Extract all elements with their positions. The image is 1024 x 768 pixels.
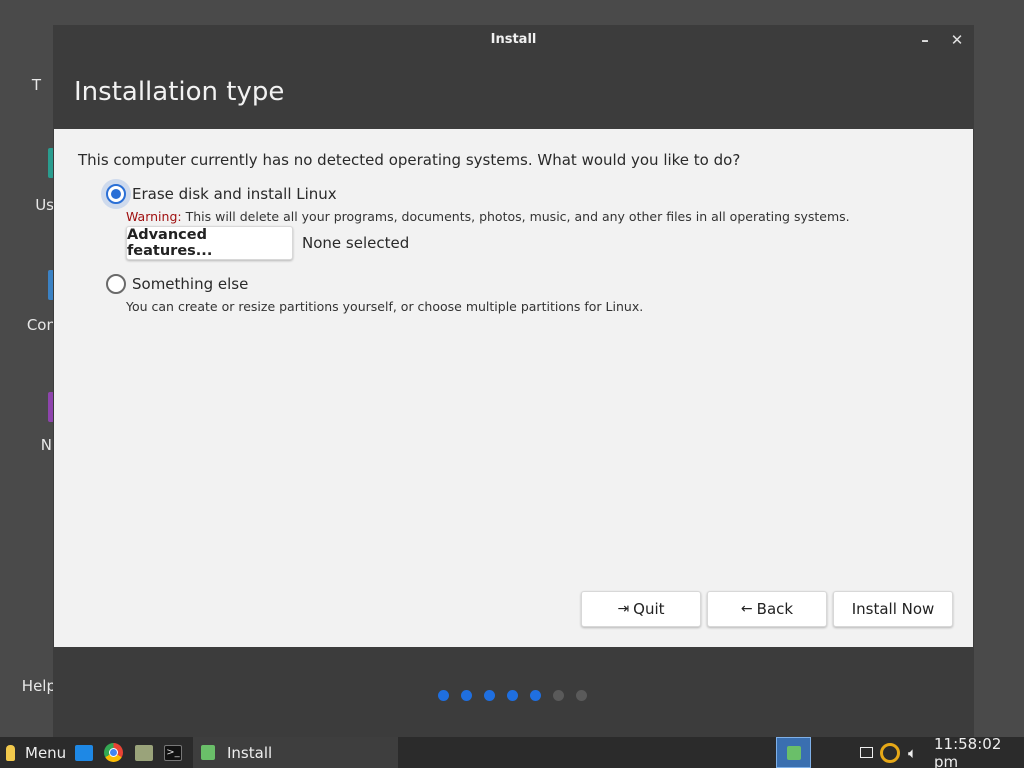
clock[interactable]: 11:58:02 pm xyxy=(934,735,1024,768)
volume-icon: 🔈︎ xyxy=(908,743,918,762)
back-button[interactable]: ← Back xyxy=(707,591,827,627)
window-title: Install xyxy=(490,32,537,47)
desktop-label[interactable]: Help xyxy=(0,677,56,695)
erase-disk-label[interactable]: Erase disk and install Linux xyxy=(132,185,337,203)
content-panel: This computer currently has no detected … xyxy=(54,129,973,647)
back-label: Back xyxy=(756,600,794,618)
quit-label: Quit xyxy=(633,600,665,618)
something-else-description: You can create or resize partitions your… xyxy=(126,299,644,314)
menu-label: Menu xyxy=(25,743,67,762)
progress-dot-pending xyxy=(553,690,564,701)
progress-dot-complete xyxy=(461,690,472,701)
install-now-button[interactable]: Install Now xyxy=(833,591,953,627)
desktop-label[interactable]: Us xyxy=(0,196,54,214)
taskbar: Menu >_ Install 🔈︎ 11:58:02 pm xyxy=(0,735,1024,768)
quit-button[interactable]: ⇥ Quit xyxy=(581,591,701,627)
notifications-tray[interactable] xyxy=(860,737,873,768)
page-title: Installation type xyxy=(74,77,285,107)
warning-prefix: Warning: xyxy=(126,209,182,224)
desktop-label[interactable]: T xyxy=(0,76,41,94)
page-header: Installation type xyxy=(53,55,974,129)
progress-dots xyxy=(438,690,587,701)
something-else-label[interactable]: Something else xyxy=(132,275,248,293)
title-bar[interactable]: Install – ✕ xyxy=(53,25,974,55)
menu-button[interactable]: Menu xyxy=(6,737,66,768)
files-launcher[interactable] xyxy=(135,737,153,768)
warning-text: This will delete all your programs, docu… xyxy=(181,209,850,224)
installer-window: Install – ✕ Installation type This compu… xyxy=(53,25,974,737)
question-text: This computer currently has no detected … xyxy=(78,151,741,169)
quit-icon: ⇥ xyxy=(617,601,630,617)
arrow-left-icon: ← xyxy=(740,601,753,617)
progress-dot-complete xyxy=(438,690,449,701)
installer-icon xyxy=(201,745,215,760)
advanced-status: None selected xyxy=(302,234,410,252)
workspace-switcher[interactable] xyxy=(776,737,811,768)
minimize-icon[interactable]: – xyxy=(913,25,937,55)
desktop-icon xyxy=(75,744,93,761)
desktop-label[interactable]: Con xyxy=(0,316,56,334)
advanced-features-button[interactable]: Advanced features... xyxy=(126,226,293,260)
close-icon[interactable]: ✕ xyxy=(945,25,969,55)
progress-dot-pending xyxy=(576,690,587,701)
chrome-icon xyxy=(104,743,123,762)
something-else-radio[interactable] xyxy=(106,274,126,294)
update-shield-icon xyxy=(880,742,900,763)
terminal-icon: >_ xyxy=(164,744,182,761)
erase-warning: Warning: This will delete all your progr… xyxy=(126,209,850,224)
progress-dot-complete xyxy=(507,690,518,701)
task-install[interactable]: Install xyxy=(193,737,398,768)
installer-icon xyxy=(786,745,801,760)
chrome-launcher[interactable] xyxy=(104,737,123,768)
show-desktop-launcher[interactable] xyxy=(75,737,93,768)
terminal-launcher[interactable]: >_ xyxy=(164,737,182,768)
progress-dot-complete xyxy=(484,690,495,701)
update-tray[interactable] xyxy=(880,737,900,768)
mint-logo-icon xyxy=(6,744,15,761)
progress-dot-complete xyxy=(530,690,541,701)
display-icon xyxy=(860,747,873,758)
erase-disk-radio[interactable] xyxy=(106,184,126,204)
volume-tray[interactable]: 🔈︎ xyxy=(908,737,917,768)
folder-icon xyxy=(135,744,153,761)
desktop-label[interactable]: N xyxy=(0,436,52,454)
task-label: Install xyxy=(227,743,273,762)
